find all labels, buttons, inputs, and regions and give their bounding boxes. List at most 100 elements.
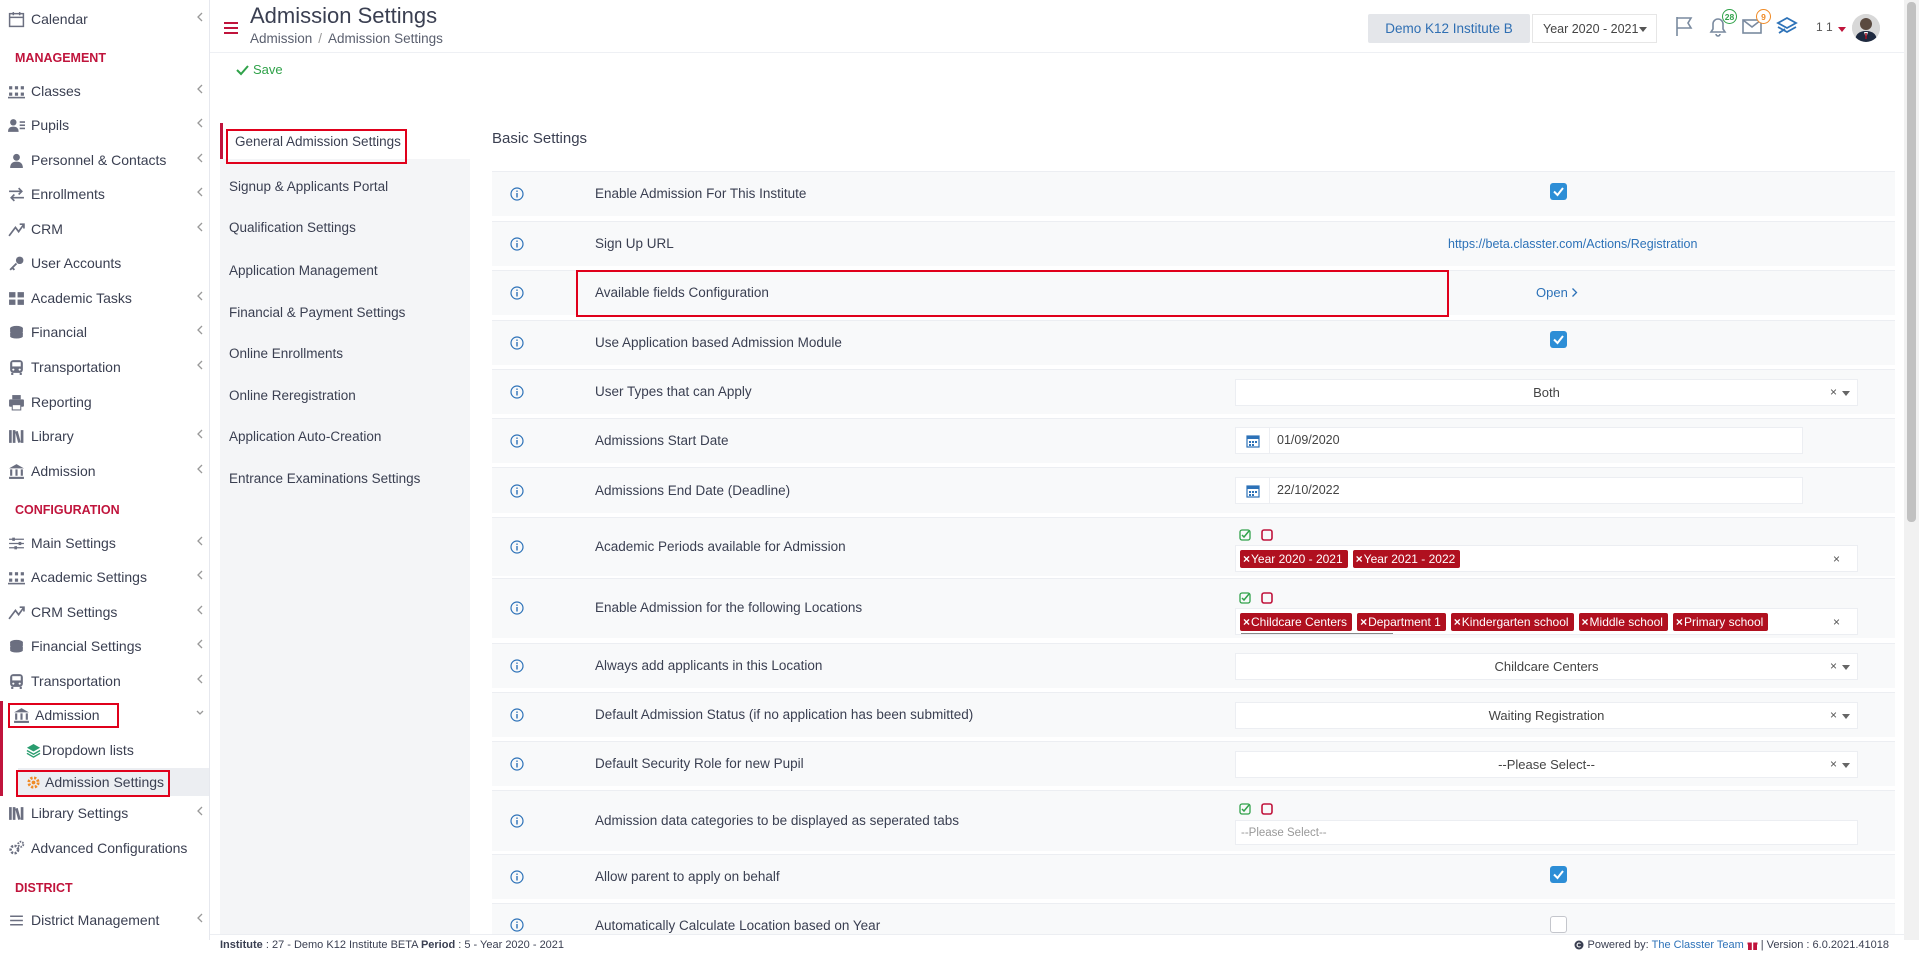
- sidebar-item-transportation-settings[interactable]: Transportation: [0, 667, 209, 695]
- scrollbar-thumb[interactable]: [1907, 2, 1916, 522]
- save-button[interactable]: Save: [236, 62, 283, 77]
- sidebar-item-reporting[interactable]: Reporting: [0, 388, 209, 416]
- institute-selector-button[interactable]: Demo K12 Institute B: [1368, 14, 1530, 43]
- user-types-select[interactable]: Both ×: [1235, 379, 1858, 406]
- open-fields-configuration-link[interactable]: Open: [1536, 285, 1578, 300]
- data-categories-multiselect[interactable]: --Please Select--: [1235, 820, 1858, 845]
- academic-periods-multiselect[interactable]: × Year 2020 - 2021 × Year 2021 - 2022 ×: [1235, 545, 1858, 572]
- remove-tag-icon[interactable]: ×: [1356, 552, 1363, 566]
- tag-chip[interactable]: × Middle school: [1578, 613, 1668, 631]
- tab-financial-payment-settings[interactable]: Financial & Payment Settings: [220, 294, 470, 330]
- sidebar-item-personnel-contacts[interactable]: Personnel & Contacts: [0, 146, 209, 174]
- clear-icon[interactable]: ×: [1830, 385, 1837, 399]
- sidebar-item-advanced-configurations[interactable]: Advanced Configurations: [0, 834, 209, 862]
- sidebar-item-admission[interactable]: Admission: [0, 457, 209, 485]
- clear-icon[interactable]: ×: [1833, 615, 1840, 629]
- sidebar-item-district-management[interactable]: District Management: [0, 906, 209, 934]
- breadcrumb-item[interactable]: Admission: [250, 31, 312, 46]
- application-module-checkbox[interactable]: [1550, 331, 1567, 348]
- info-icon[interactable]: [510, 237, 524, 251]
- info-icon[interactable]: [510, 434, 524, 448]
- clear-icon[interactable]: ×: [1830, 757, 1837, 771]
- info-icon[interactable]: [510, 757, 524, 771]
- tag-chip[interactable]: × Kindergarten school: [1450, 613, 1574, 631]
- info-icon[interactable]: [510, 708, 524, 722]
- sidebar-item-classes[interactable]: Classes: [0, 77, 209, 105]
- tag-chip[interactable]: × Year 2021 - 2022: [1352, 550, 1461, 568]
- sidebar-item-transportation[interactable]: Transportation: [0, 353, 209, 381]
- tag-chip[interactable]: × Year 2020 - 2021: [1240, 550, 1348, 568]
- remove-tag-icon[interactable]: ×: [1582, 615, 1589, 629]
- info-icon[interactable]: [510, 918, 524, 932]
- deselect-all-icon[interactable]: [1261, 592, 1273, 604]
- sidebar-item-financial-settings[interactable]: Financial Settings: [0, 632, 209, 660]
- sidebar-item-admission-settings-group[interactable]: Admission: [0, 701, 209, 729]
- user-menu[interactable]: 1 1: [1816, 14, 1906, 44]
- parent-apply-checkbox[interactable]: [1550, 866, 1567, 883]
- info-icon[interactable]: [510, 540, 524, 554]
- enable-admission-checkbox[interactable]: [1550, 183, 1567, 200]
- signup-url-link[interactable]: https://beta.classter.com/Actions/Regist…: [1448, 237, 1697, 251]
- select-all-icon[interactable]: [1239, 803, 1251, 815]
- page-scrollbar[interactable]: [1904, 0, 1919, 940]
- sidebar-item-financial[interactable]: Financial: [0, 318, 209, 346]
- default-security-role-select[interactable]: --Please Select-- ×: [1235, 751, 1858, 778]
- remove-tag-icon[interactable]: ×: [1360, 615, 1367, 629]
- sidebar-item-pupils[interactable]: Pupils: [0, 111, 209, 139]
- classter-team-link[interactable]: The Classter Team: [1652, 939, 1744, 951]
- admissions-end-date-input[interactable]: 22/10/2022: [1235, 477, 1803, 504]
- sidebar-item-user-accounts[interactable]: User Accounts: [0, 249, 209, 277]
- info-icon[interactable]: [510, 601, 524, 615]
- deselect-all-icon[interactable]: [1261, 529, 1273, 541]
- select-all-icon[interactable]: [1239, 592, 1251, 604]
- tab-general-admission-settings[interactable]: General Admission Settings: [220, 123, 470, 159]
- info-icon[interactable]: [510, 336, 524, 350]
- layers-stack-icon[interactable]: [1775, 14, 1799, 38]
- clear-icon[interactable]: ×: [1833, 552, 1840, 566]
- deselect-all-icon[interactable]: [1261, 803, 1273, 815]
- auto-calculate-location-checkbox[interactable]: [1550, 916, 1567, 933]
- remove-tag-icon[interactable]: ×: [1454, 615, 1461, 629]
- info-icon[interactable]: [510, 187, 524, 201]
- info-icon[interactable]: [510, 814, 524, 828]
- calendar-icon[interactable]: [1236, 478, 1270, 503]
- clear-icon[interactable]: ×: [1830, 708, 1837, 722]
- tab-signup-applicants-portal[interactable]: Signup & Applicants Portal: [220, 168, 470, 204]
- locations-multiselect[interactable]: × Childcare Centers × Department 1 × Kinder…: [1235, 608, 1858, 635]
- info-icon[interactable]: [510, 484, 524, 498]
- sidebar-item-crm[interactable]: CRM: [0, 215, 209, 243]
- tab-online-reregistration[interactable]: Online Reregistration: [220, 377, 470, 413]
- tag-chip[interactable]: × Department 1: [1357, 613, 1446, 631]
- sidebar-subitem-dropdown-lists[interactable]: Dropdown lists: [18, 736, 209, 764]
- sidebar-item-enrollments[interactable]: Enrollments: [0, 180, 209, 208]
- info-icon[interactable]: [510, 870, 524, 884]
- sidebar-item-crm-settings[interactable]: CRM Settings: [0, 598, 209, 626]
- sidebar-item-library-settings[interactable]: Library Settings: [0, 799, 209, 827]
- info-icon[interactable]: [510, 659, 524, 673]
- default-admission-status-select[interactable]: Waiting Registration ×: [1235, 702, 1858, 729]
- default-location-select[interactable]: Childcare Centers ×: [1235, 653, 1858, 680]
- calendar-icon[interactable]: [1236, 428, 1270, 453]
- remove-tag-icon[interactable]: ×: [1243, 615, 1250, 629]
- tab-entrance-examinations-settings[interactable]: Entrance Examinations Settings: [220, 460, 470, 496]
- year-select[interactable]: Year 2020 - 2021: [1532, 14, 1657, 43]
- tag-chip[interactable]: × Primary school: [1672, 613, 1769, 631]
- flag-icon[interactable]: [1672, 14, 1696, 38]
- bell-icon[interactable]: 28: [1706, 9, 1737, 38]
- envelope-icon[interactable]: 9: [1740, 9, 1771, 38]
- tab-online-enrollments[interactable]: Online Enrollments: [220, 335, 470, 371]
- tag-chip[interactable]: × Childcare Centers: [1240, 613, 1353, 631]
- admissions-start-date-input[interactable]: 01/09/2020: [1235, 427, 1803, 454]
- info-icon[interactable]: [510, 385, 524, 399]
- sidebar-item-main-settings[interactable]: Main Settings: [0, 529, 209, 557]
- sidebar-subitem-admission-settings[interactable]: Admission Settings: [18, 768, 209, 796]
- sidebar-item-academic-tasks[interactable]: Academic Tasks: [0, 284, 209, 312]
- sidebar-item-calendar[interactable]: Calendar: [0, 5, 209, 33]
- select-all-icon[interactable]: [1239, 529, 1251, 541]
- info-icon[interactable]: [510, 286, 524, 300]
- tab-qualification-settings[interactable]: Qualification Settings: [220, 209, 470, 245]
- clear-icon[interactable]: ×: [1830, 659, 1837, 673]
- tab-application-management[interactable]: Application Management: [220, 252, 470, 288]
- sidebar-item-academic-settings[interactable]: Academic Settings: [0, 563, 209, 591]
- tab-application-auto-creation[interactable]: Application Auto-Creation: [220, 418, 470, 454]
